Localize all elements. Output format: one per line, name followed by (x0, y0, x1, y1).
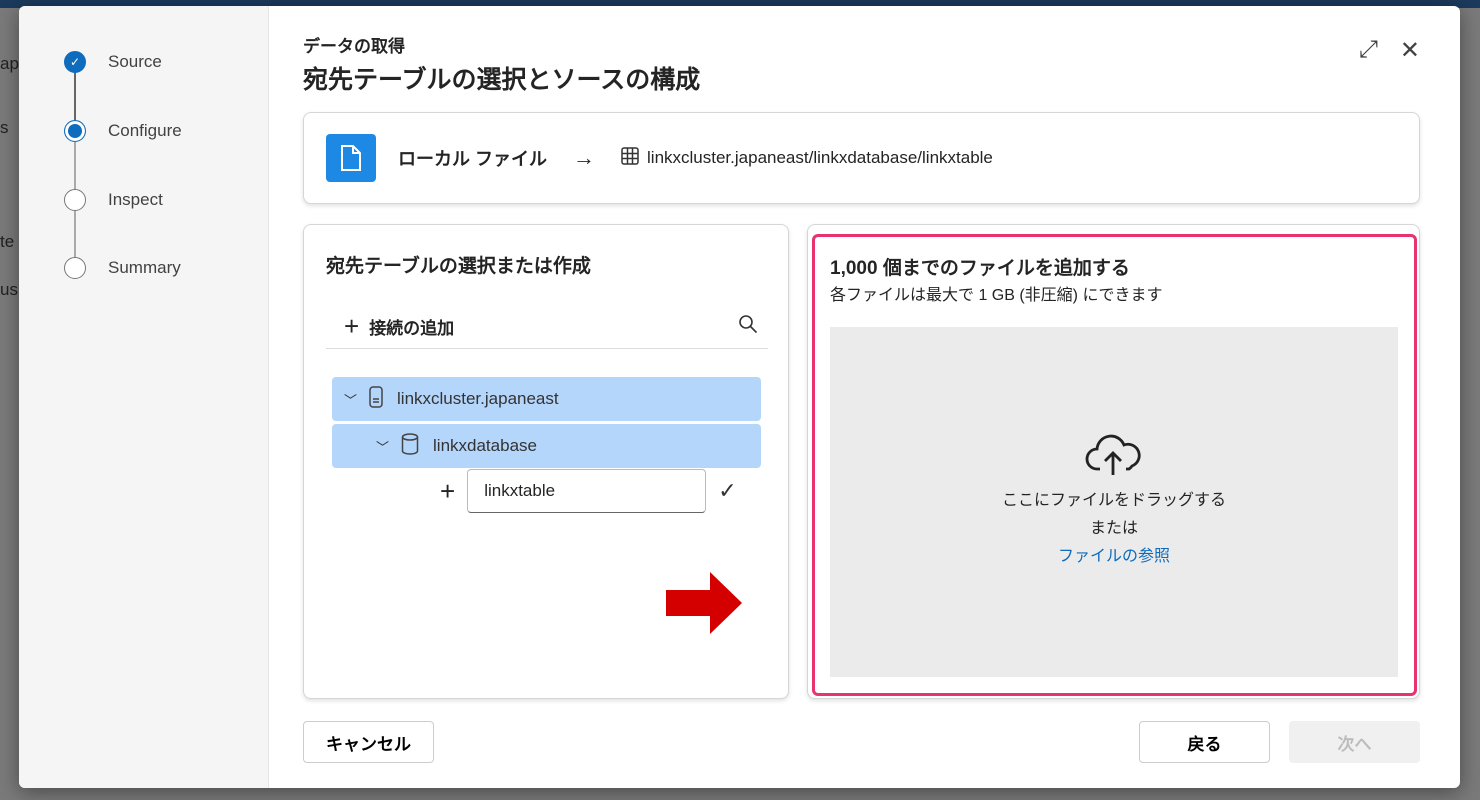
plus-icon[interactable]: + (344, 311, 359, 342)
confirm-check-icon[interactable]: ✓ (718, 478, 736, 504)
add-connection-button[interactable]: 接続の追加 (369, 314, 454, 339)
file-icon (326, 134, 376, 182)
cluster-label: linkxcluster.japaneast (397, 389, 559, 408)
check-icon: ✓ (64, 51, 86, 73)
step-summary: Summary (64, 257, 181, 279)
arrow-right-icon: → (573, 145, 596, 170)
background-text: us (0, 280, 18, 299)
step-label: Configure (108, 121, 182, 140)
destination-path: linkxcluster.japaneast/linkxdatabase/lin… (647, 148, 993, 167)
database-label: linkxdatabase (433, 436, 537, 455)
get-data-dialog: ✓ Source Configure Inspect Summary データの取得… (19, 6, 1460, 788)
wizard-steps: ✓ Source Configure Inspect Summary (19, 6, 269, 788)
cancel-button[interactable]: キャンセル (303, 721, 434, 763)
tree-node-database[interactable]: ﹀ linkxdatabase (332, 424, 761, 468)
destination-table-panel: 宛先テーブルの選択または作成 + 接続の追加 ﹀ linkxcluster.ja… (303, 224, 789, 699)
dialog-subtitle: データの取得 (303, 37, 405, 56)
step-inspect: Inspect (64, 189, 163, 211)
table-icon (621, 146, 639, 170)
source-destination-card: ローカル ファイル → linkxcluster.japaneast/linkx… (303, 112, 1420, 204)
step-connector (74, 142, 76, 196)
close-icon[interactable]: ✕ (1400, 36, 1420, 65)
cluster-icon (369, 385, 383, 413)
database-icon (401, 432, 419, 460)
dialog-title: 宛先テーブルの選択とソースの構成 (303, 66, 701, 94)
step-label: Inspect (108, 190, 163, 209)
annotation-arrow-icon (666, 572, 742, 634)
tree-node-cluster[interactable]: ﹀ linkxcluster.japaneast (332, 377, 761, 421)
background-text: te (0, 232, 15, 251)
chevron-down-icon[interactable]: ﹀ (376, 437, 389, 456)
expand-icon[interactable]: ⤢ (1359, 36, 1378, 65)
step-label: Source (108, 52, 162, 71)
background-text: ap (0, 54, 19, 73)
pending-step-icon (64, 257, 86, 279)
step-configure: Configure (64, 120, 182, 142)
background-text: s (0, 118, 9, 137)
step-connector (74, 211, 76, 263)
chevron-down-icon[interactable]: ﹀ (344, 390, 357, 409)
search-icon[interactable] (738, 314, 758, 340)
panel-title: 宛先テーブルの選択または作成 (326, 256, 591, 277)
new-table-name-input[interactable] (467, 469, 707, 513)
step-source: ✓ Source (64, 51, 162, 73)
step-label: Summary (108, 258, 181, 277)
highlight-box (812, 234, 1417, 696)
back-button[interactable]: 戻る (1139, 721, 1270, 763)
next-button[interactable]: 次へ (1289, 721, 1420, 763)
pending-step-icon (64, 189, 86, 211)
plus-icon: + (440, 475, 456, 506)
current-step-icon (64, 120, 86, 142)
source-label: ローカル ファイル (398, 149, 548, 169)
